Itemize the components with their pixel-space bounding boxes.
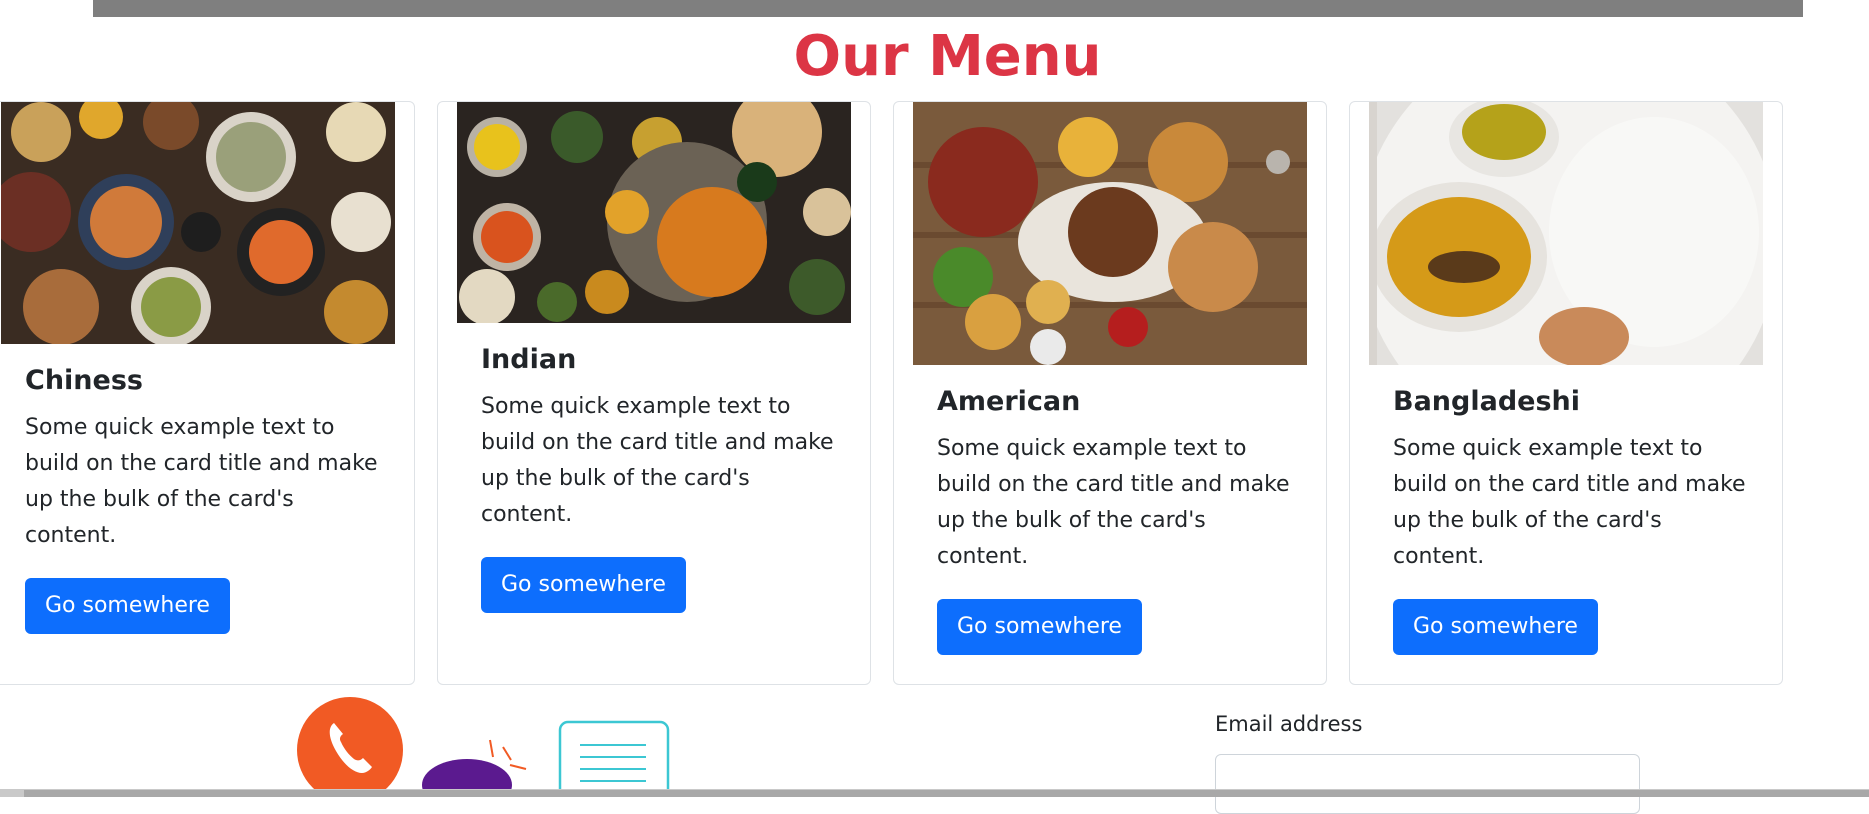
go-somewhere-button[interactable]: Go somewhere bbox=[25, 578, 230, 634]
phone-icon bbox=[297, 697, 403, 803]
card-title: American bbox=[937, 386, 1081, 417]
card-text: Some quick example text to build on the … bbox=[25, 415, 378, 548]
top-gray-bar bbox=[93, 0, 1803, 17]
card-text: Some quick example text to build on the … bbox=[1393, 436, 1746, 569]
card-title: Indian bbox=[481, 344, 577, 375]
go-somewhere-button[interactable]: Go somewhere bbox=[481, 557, 686, 613]
card-title: Bangladeshi bbox=[1393, 386, 1581, 417]
email-label: Email address bbox=[1215, 712, 1363, 736]
menu-card-chiness: Chiness Some quick example text to build… bbox=[0, 101, 415, 685]
scrollbar-thumb[interactable] bbox=[24, 790, 1869, 797]
menu-card-american: American Some quick example text to buil… bbox=[893, 101, 1327, 685]
indian-dishes-photo bbox=[457, 102, 851, 323]
card-title: Chiness bbox=[25, 365, 143, 396]
go-somewhere-button[interactable]: Go somewhere bbox=[937, 599, 1142, 655]
card-text: Some quick example text to build on the … bbox=[481, 394, 834, 527]
email-input[interactable] bbox=[1215, 754, 1640, 814]
message-note-icon bbox=[558, 720, 670, 804]
page-title: Our Menu bbox=[793, 24, 1102, 89]
american-platter-photo bbox=[913, 102, 1307, 365]
horizontal-scrollbar[interactable] bbox=[0, 789, 1869, 797]
go-somewhere-button[interactable]: Go somewhere bbox=[1393, 599, 1598, 655]
bangladeshi-fish-rice-photo bbox=[1369, 102, 1763, 365]
menu-card-indian: Indian Some quick example text to build … bbox=[437, 101, 871, 685]
contact-illustration bbox=[290, 695, 690, 811]
chat-bubble-icon bbox=[422, 739, 527, 811]
asian-dishes-photo bbox=[1, 102, 395, 344]
card-text: Some quick example text to build on the … bbox=[937, 436, 1290, 569]
menu-card-bangladeshi: Bangladeshi Some quick example text to b… bbox=[1349, 101, 1783, 685]
